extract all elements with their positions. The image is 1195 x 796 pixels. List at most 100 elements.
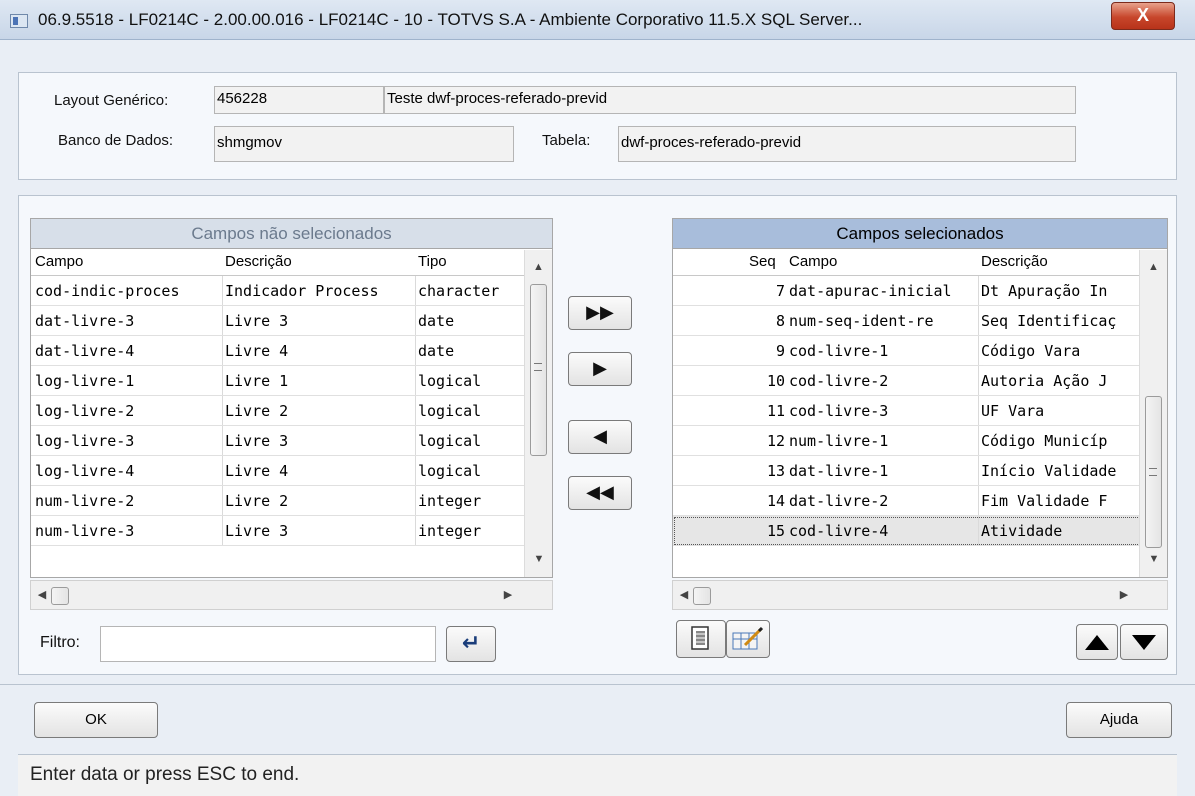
filter-label: Filtro:	[40, 634, 80, 651]
cell-seq: 10	[766, 372, 785, 390]
cell-campo: cod-livre-4	[789, 522, 889, 540]
col-tipo[interactable]: Tipo	[418, 249, 447, 275]
unselected-rows: cod-indic-proces Indicador Process charact…	[31, 276, 552, 546]
column-divider	[415, 336, 416, 365]
cell-campo: log-livre-1	[35, 372, 135, 390]
column-divider	[415, 366, 416, 395]
col-descricao[interactable]: Descrição	[981, 249, 1048, 275]
selected-field-row[interactable]: 11 cod-livre-3 UF Vara	[673, 396, 1167, 426]
apply-filter-button[interactable]: ↵	[446, 626, 496, 662]
cell-descricao: Código Vara	[981, 342, 1081, 360]
add-all-button[interactable]: ▶▶	[568, 296, 632, 330]
cell-campo: log-livre-4	[35, 462, 135, 480]
selected-field-row[interactable]: 9 cod-livre-1 Código Vara	[673, 336, 1167, 366]
selected-field-row[interactable]: 15 cod-livre-4 Atividade	[673, 516, 1167, 546]
unselected-field-row[interactable]: dat-livre-3 Livre 3 date	[31, 306, 552, 336]
column-divider	[415, 396, 416, 425]
unselected-field-row[interactable]: dat-livre-4 Livre 4 date	[31, 336, 552, 366]
unselected-field-row[interactable]: num-livre-3 Livre 3 integer	[31, 516, 552, 546]
remove-one-button[interactable]: ◀	[568, 420, 632, 454]
layout-description-field[interactable]: Teste dwf-proces-referado-previd	[384, 86, 1076, 114]
selected-field-row[interactable]: 10 cod-livre-2 Autoria Ação J	[673, 366, 1167, 396]
cell-descricao: Livre 3	[225, 432, 289, 450]
scroll-left-icon[interactable]: ◀	[35, 586, 49, 604]
column-divider	[222, 396, 223, 425]
column-divider	[222, 366, 223, 395]
column-divider	[222, 276, 223, 305]
cell-tipo: date	[418, 342, 455, 360]
cell-tipo: character	[418, 282, 500, 300]
cell-descricao: UF Vara	[981, 402, 1045, 420]
cell-descricao: Livre 2	[225, 402, 289, 420]
cell-campo: cod-livre-1	[789, 342, 889, 360]
unselected-field-row[interactable]: log-livre-1 Livre 1 logical	[31, 366, 552, 396]
unselected-horizontal-scrollbar[interactable]: ◀ ▶	[30, 580, 553, 610]
unselected-fields-grid[interactable]: Campos não selecionados Campo Descrição …	[30, 218, 553, 578]
unselected-vertical-scrollbar[interactable]: ▲ ▼	[524, 250, 552, 577]
unselected-field-row[interactable]: cod-indic-proces Indicador Process charact…	[31, 276, 552, 306]
column-divider	[415, 516, 416, 545]
col-descricao[interactable]: Descrição	[225, 249, 292, 275]
column-divider	[222, 516, 223, 545]
grip-icon	[1149, 468, 1157, 476]
unselected-field-row[interactable]: num-livre-2 Livre 2 integer	[31, 486, 552, 516]
cell-descricao: Livre 4	[225, 462, 289, 480]
filter-input[interactable]	[100, 626, 436, 662]
remove-all-button[interactable]: ◀◀	[568, 476, 632, 510]
scroll-up-icon[interactable]: ▲	[1140, 258, 1167, 276]
cell-seq: 12	[766, 432, 785, 450]
unselected-field-row[interactable]: log-livre-2 Livre 2 logical	[31, 396, 552, 426]
database-field[interactable]: shmgmov	[214, 126, 514, 162]
cell-tipo: integer	[418, 492, 482, 510]
column-divider	[222, 336, 223, 365]
window-title: 06.9.5518 - LF0214C - 2.00.00.016 - LF02…	[38, 10, 863, 29]
grip-icon	[534, 363, 542, 371]
cell-campo: cod-livre-2	[789, 372, 889, 390]
cell-seq: 14	[766, 492, 785, 510]
cell-descricao: Livre 1	[225, 372, 289, 390]
selected-field-row[interactable]: 12 num-livre-1 Código Municíp	[673, 426, 1167, 456]
add-one-button[interactable]: ▶	[568, 352, 632, 386]
cell-descricao: Livre 3	[225, 522, 289, 540]
unselected-grid-header: Campo Descrição Tipo	[31, 249, 552, 276]
unselected-field-row[interactable]: log-livre-4 Livre 4 logical	[31, 456, 552, 486]
selected-fields-grid[interactable]: Campos selecionados Seq Campo Descrição …	[672, 218, 1168, 578]
table-field[interactable]: dwf-proces-referado-previd	[618, 126, 1076, 162]
layout-code-field[interactable]: 456228	[214, 86, 384, 114]
scroll-up-icon[interactable]: ▲	[525, 258, 552, 276]
cell-descricao: Livre 3	[225, 312, 289, 330]
selected-horizontal-scrollbar[interactable]: ◀ ▶	[672, 580, 1168, 610]
selected-field-row[interactable]: 7 dat-apurac-inicial Dt Apuração In	[673, 276, 1167, 306]
selected-field-row[interactable]: 14 dat-livre-2 Fim Validade F	[673, 486, 1167, 516]
col-seq[interactable]: Seq	[749, 249, 776, 275]
column-divider	[978, 366, 979, 395]
close-button[interactable]: X	[1111, 2, 1175, 30]
selected-vertical-scrollbar[interactable]: ▲ ▼	[1139, 250, 1167, 577]
col-campo[interactable]: Campo	[789, 249, 837, 275]
scroll-right-icon[interactable]: ▶	[501, 586, 515, 604]
scroll-right-icon[interactable]: ▶	[1117, 586, 1131, 604]
column-divider	[222, 486, 223, 515]
cell-campo: log-livre-2	[35, 402, 135, 420]
help-button[interactable]: Ajuda	[1066, 702, 1172, 738]
column-divider	[978, 276, 979, 305]
unselected-hscroll-thumb[interactable]	[51, 587, 69, 605]
edit-table-button[interactable]	[726, 620, 770, 658]
col-campo[interactable]: Campo	[35, 249, 83, 275]
unselected-field-row[interactable]: log-livre-3 Livre 3 logical	[31, 426, 552, 456]
enter-icon: ↵	[461, 630, 481, 655]
cell-descricao: Início Validade	[981, 462, 1117, 480]
cell-campo: num-livre-2	[35, 492, 135, 510]
cell-tipo: date	[418, 312, 455, 330]
selected-hscroll-thumb[interactable]	[693, 587, 711, 605]
scroll-left-icon[interactable]: ◀	[677, 586, 691, 604]
properties-button[interactable]	[676, 620, 726, 658]
move-down-button[interactable]	[1120, 624, 1168, 660]
scroll-down-icon[interactable]: ▼	[525, 550, 552, 568]
scroll-down-icon[interactable]: ▼	[1140, 550, 1167, 568]
selected-field-row[interactable]: 8 num-seq-ident-re Seq Identificaç	[673, 306, 1167, 336]
ok-button[interactable]: OK	[34, 702, 158, 738]
selected-field-row[interactable]: 13 dat-livre-1 Início Validade	[673, 456, 1167, 486]
move-up-button[interactable]	[1076, 624, 1118, 660]
column-divider	[222, 426, 223, 455]
